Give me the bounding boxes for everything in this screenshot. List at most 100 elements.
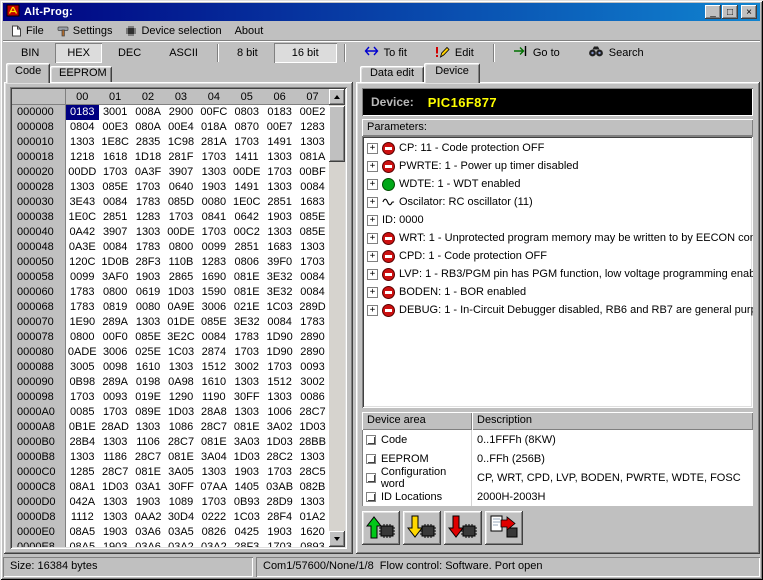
hex-cell[interactable]: 1590 bbox=[197, 285, 230, 300]
hex-cell[interactable]: 1E0C bbox=[66, 210, 99, 225]
hex-cell[interactable]: 1D03 bbox=[263, 435, 296, 450]
hex-cell[interactable]: 08A1 bbox=[66, 480, 99, 495]
parameter-item[interactable]: +DEBUG: 1 - In-Circuit Debugger disabled… bbox=[365, 301, 753, 319]
hex-cell[interactable]: 0826 bbox=[197, 525, 230, 540]
hex-cell[interactable]: 1491 bbox=[263, 135, 296, 150]
search-button[interactable]: Search bbox=[576, 43, 656, 63]
hex-cell[interactable]: 2851 bbox=[230, 240, 263, 255]
hex-cell[interactable]: 1303 bbox=[263, 390, 296, 405]
hex-cell[interactable]: 0800 bbox=[66, 330, 99, 345]
hex-cell[interactable]: 28C7 bbox=[99, 465, 132, 480]
hex-cell[interactable]: 289D bbox=[296, 300, 329, 315]
hex-cell[interactable]: 120C bbox=[66, 255, 99, 270]
hex-cell[interactable]: 01DE bbox=[165, 315, 198, 330]
minimize-button[interactable]: _ bbox=[705, 5, 721, 19]
hex-cell[interactable]: 1303 bbox=[132, 225, 165, 240]
hex-cell[interactable]: 1610 bbox=[197, 375, 230, 390]
hex-cell[interactable]: 1D03 bbox=[230, 450, 263, 465]
hex-button[interactable]: HEX bbox=[55, 43, 102, 63]
hex-cell[interactable]: 082B bbox=[296, 480, 329, 495]
hex-cell[interactable]: 1303 bbox=[132, 315, 165, 330]
hex-cell[interactable]: 1512 bbox=[197, 360, 230, 375]
hex-cell[interactable]: 28C7 bbox=[296, 405, 329, 420]
hex-cell[interactable]: 081E bbox=[230, 420, 263, 435]
hex-cell[interactable]: 03A5 bbox=[165, 525, 198, 540]
hex-cell[interactable]: 1903 bbox=[99, 540, 132, 547]
hex-cell[interactable]: 03A2 bbox=[197, 540, 230, 547]
parameter-item[interactable]: +WRT: 1 - Unprotected program memory may… bbox=[365, 229, 753, 247]
menu-file[interactable]: File bbox=[5, 23, 51, 40]
hex-cell[interactable]: 281A bbox=[197, 135, 230, 150]
hex-cell[interactable]: 2890 bbox=[296, 330, 329, 345]
hex-cell[interactable]: 081A bbox=[296, 150, 329, 165]
hex-cell[interactable]: 00DE bbox=[165, 225, 198, 240]
menu-about[interactable]: About bbox=[229, 23, 271, 40]
hex-cell[interactable]: 0084 bbox=[99, 240, 132, 255]
table-row[interactable]: Configuration wordCP, WRT, CPD, LVP, BOD… bbox=[362, 468, 753, 487]
hex-cell[interactable]: 0804 bbox=[66, 120, 99, 135]
hex-cell[interactable]: 1089 bbox=[165, 495, 198, 510]
expand-icon[interactable]: + bbox=[367, 143, 378, 154]
hex-cell[interactable]: 081E bbox=[230, 270, 263, 285]
hex-cell[interactable]: 1283 bbox=[197, 255, 230, 270]
hex-cell[interactable]: 1903 bbox=[132, 270, 165, 285]
hex-cell[interactable]: 0183 bbox=[263, 105, 296, 120]
hex-cell[interactable]: 00BF bbox=[296, 165, 329, 180]
hex-cell[interactable]: 085E bbox=[197, 315, 230, 330]
8bit-button[interactable]: 8 bit bbox=[225, 43, 270, 63]
read-device-button[interactable] bbox=[362, 511, 400, 545]
hex-cell[interactable]: 28AD bbox=[99, 420, 132, 435]
hex-cell[interactable]: 01A2 bbox=[296, 510, 329, 525]
hex-cell[interactable]: 1703 bbox=[263, 165, 296, 180]
hex-cell[interactable]: 1D03 bbox=[99, 480, 132, 495]
hex-cell[interactable]: 1D90 bbox=[263, 345, 296, 360]
parameter-item[interactable]: +LVP: 1 - RB3/PGM pin has PGM function, … bbox=[365, 265, 753, 283]
hex-cell[interactable]: 0093 bbox=[296, 360, 329, 375]
title-bar[interactable]: Alt-Prog: _ □ × bbox=[3, 3, 760, 21]
erase-device-button[interactable] bbox=[444, 511, 482, 545]
hex-cell[interactable]: 0086 bbox=[296, 390, 329, 405]
hex-cell[interactable]: 1703 bbox=[66, 390, 99, 405]
16bit-button[interactable]: 16 bit bbox=[274, 43, 337, 63]
hex-cell[interactable]: 03A6 bbox=[132, 540, 165, 547]
hex-cell[interactable]: 1303 bbox=[99, 510, 132, 525]
hex-cell[interactable]: 1283 bbox=[296, 120, 329, 135]
hex-cell[interactable]: 0198 bbox=[132, 375, 165, 390]
hex-cell[interactable]: 1C98 bbox=[165, 135, 198, 150]
scroll-down-button[interactable] bbox=[329, 531, 345, 547]
hex-cell[interactable]: 0893 bbox=[296, 540, 329, 547]
scrollbar-thumb[interactable] bbox=[329, 106, 345, 162]
hex-cell[interactable]: 0A3F bbox=[132, 165, 165, 180]
hex-cell[interactable]: 1106 bbox=[132, 435, 165, 450]
hex-cell[interactable]: 3002 bbox=[296, 375, 329, 390]
hex-cell[interactable]: 0841 bbox=[197, 210, 230, 225]
hex-cell[interactable]: 2835 bbox=[132, 135, 165, 150]
hex-cell[interactable]: 0099 bbox=[66, 270, 99, 285]
hex-cell[interactable]: 080A bbox=[132, 120, 165, 135]
hex-cell[interactable]: 00E3 bbox=[99, 120, 132, 135]
verify-device-button[interactable] bbox=[485, 511, 523, 545]
hex-cell[interactable]: 0080 bbox=[197, 195, 230, 210]
hex-cell[interactable]: 1783 bbox=[66, 300, 99, 315]
hex-cell[interactable]: 28BB bbox=[296, 435, 329, 450]
hex-cell[interactable]: 28A8 bbox=[197, 405, 230, 420]
write-device-button[interactable] bbox=[403, 511, 441, 545]
parameter-item[interactable]: +WDTE: 1 - WDT enabled bbox=[365, 175, 753, 193]
hex-cell[interactable]: 07AA bbox=[197, 480, 230, 495]
tab-code[interactable]: Code bbox=[6, 63, 50, 83]
hex-cell[interactable]: 1703 bbox=[263, 360, 296, 375]
hex-cell[interactable]: 081E bbox=[230, 285, 263, 300]
hex-cell[interactable]: 1C03 bbox=[230, 510, 263, 525]
hex-cell[interactable]: 00FC bbox=[197, 105, 230, 120]
hex-cell[interactable]: 28F3 bbox=[132, 255, 165, 270]
hex-cell[interactable]: 1703 bbox=[263, 465, 296, 480]
hex-cell[interactable]: 0084 bbox=[296, 285, 329, 300]
hex-cell[interactable]: 1D03 bbox=[296, 420, 329, 435]
dec-button[interactable]: DEC bbox=[106, 43, 153, 63]
tab-data-edit[interactable]: Data edit bbox=[360, 66, 424, 82]
hex-cell[interactable]: 1303 bbox=[230, 375, 263, 390]
hex-cell[interactable]: 28C7 bbox=[132, 450, 165, 465]
hex-cell[interactable]: 1903 bbox=[99, 525, 132, 540]
hex-cell[interactable]: 085E bbox=[296, 225, 329, 240]
hex-cell[interactable]: 00DD bbox=[66, 165, 99, 180]
